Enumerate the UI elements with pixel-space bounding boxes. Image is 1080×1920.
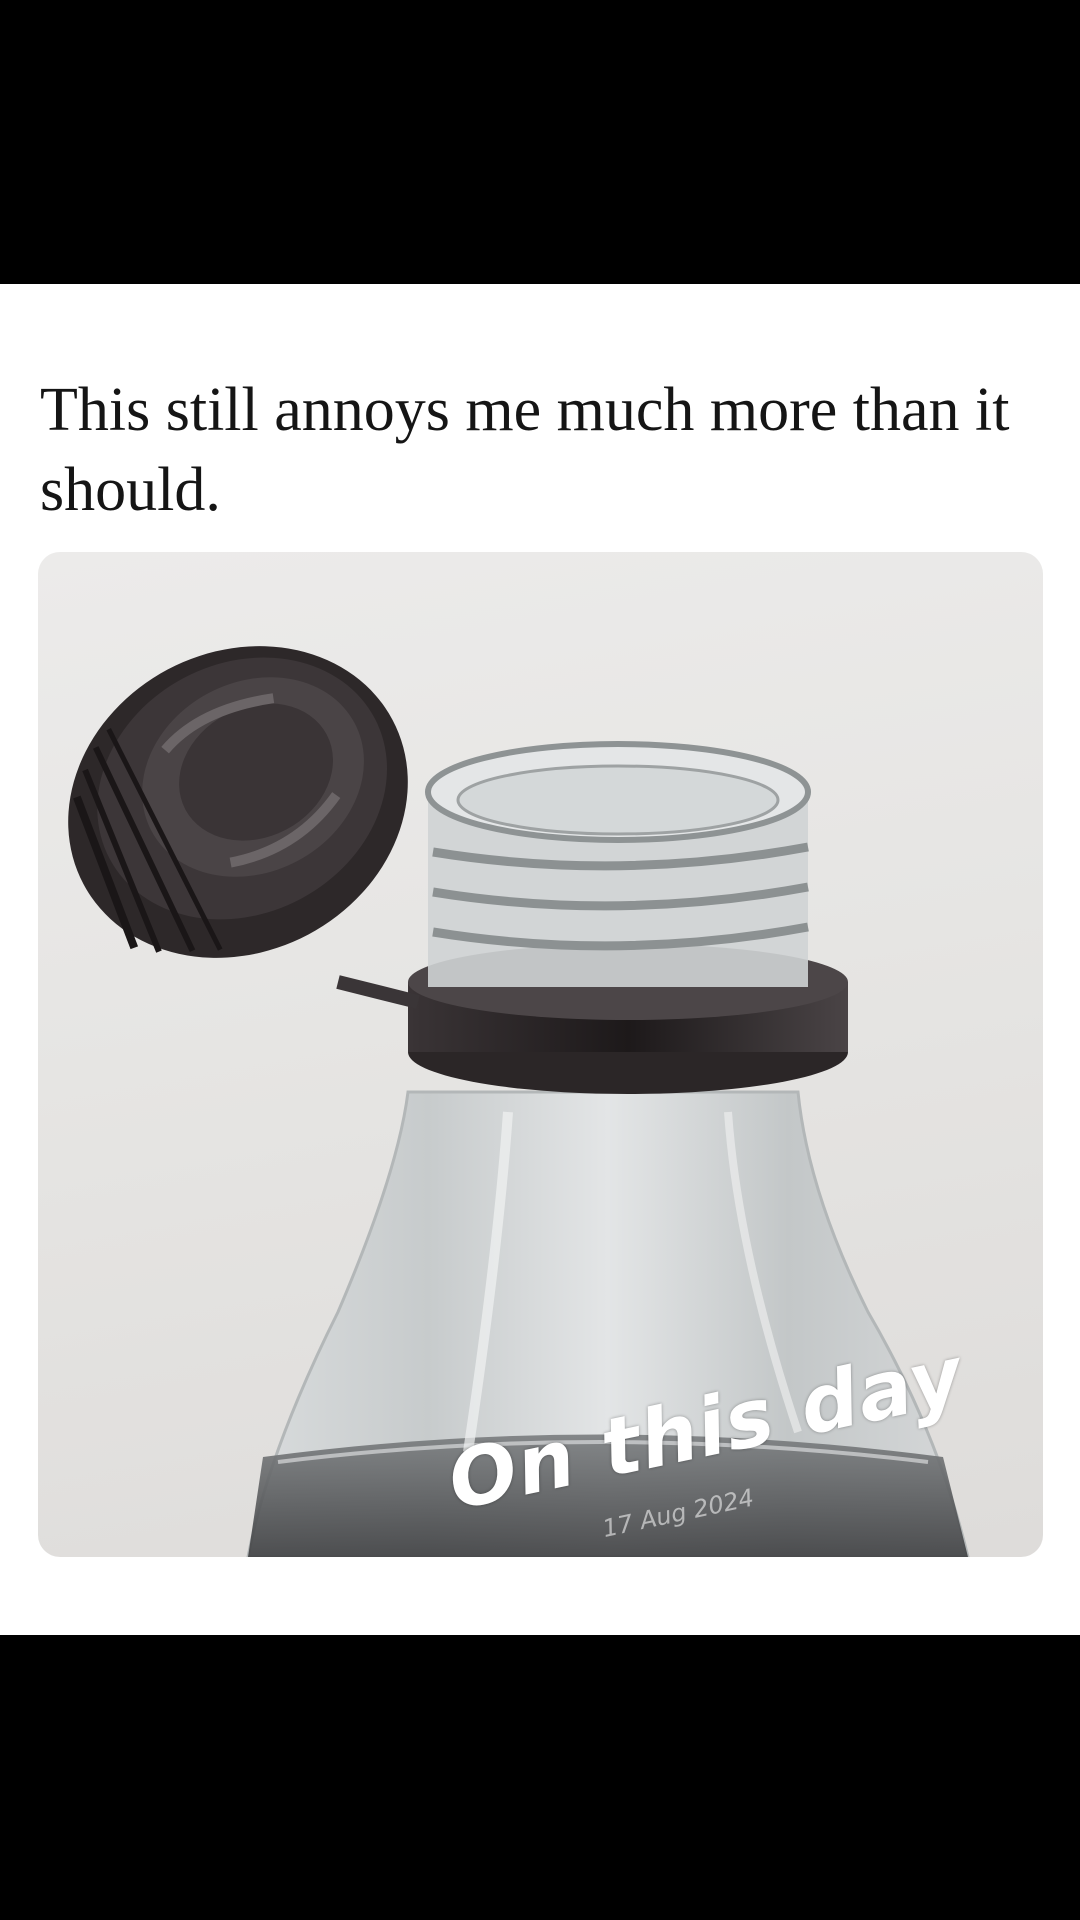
bottle-cap [68, 646, 408, 958]
tether-strip [336, 975, 420, 1009]
top-letterbox [0, 0, 1080, 284]
post-caption: This still annoys me much more than it s… [40, 376, 1010, 524]
bottom-letterbox [0, 1635, 1080, 1920]
